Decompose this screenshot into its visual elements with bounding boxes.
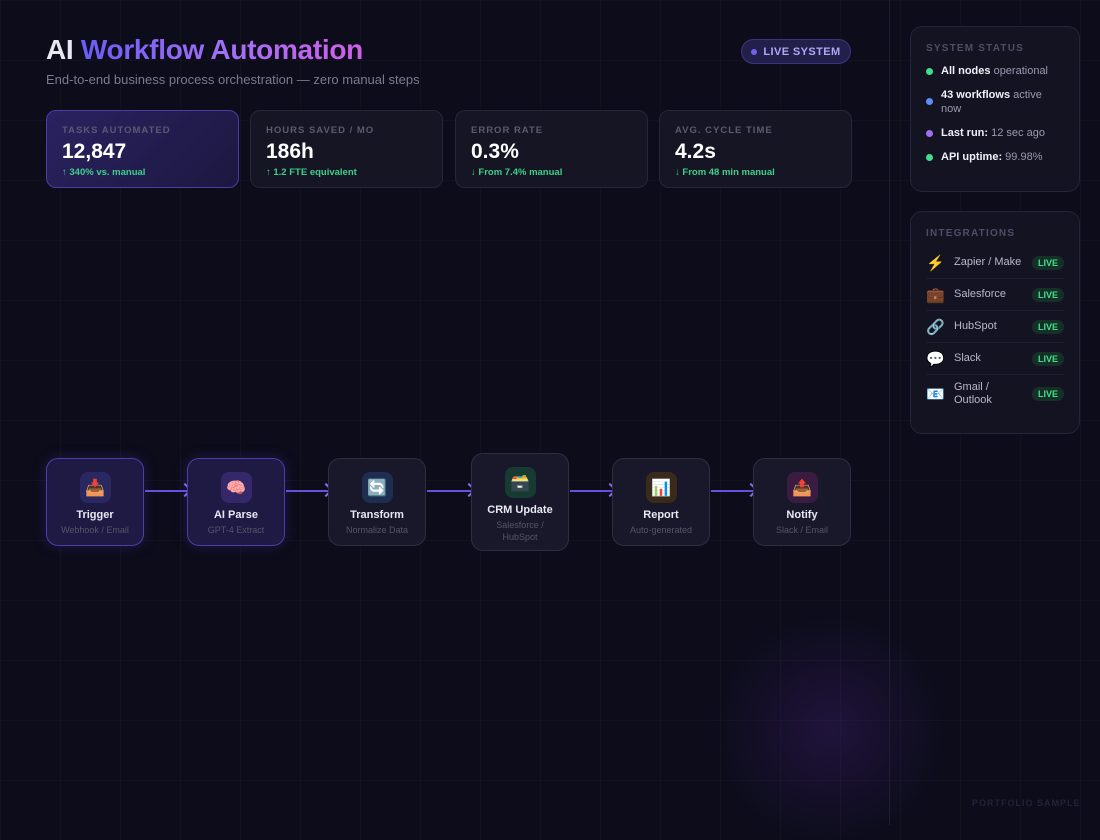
integration-name: HubSpot	[954, 320, 1032, 333]
node-ai-parse[interactable]: 🧠 AI Parse GPT-4 Extract	[187, 458, 285, 546]
page-subtitle: End-to-end business process orchestratio…	[46, 72, 420, 87]
portfolio-watermark: PORTFOLIO SAMPLE	[972, 798, 1081, 808]
status-dot-icon	[926, 68, 933, 75]
brain-icon: 🧠	[221, 472, 252, 503]
node-name: AI Parse	[188, 509, 284, 521]
status-item: Last run: 12 sec ago	[926, 126, 1064, 140]
live-badge: LIVE	[1032, 256, 1064, 270]
stat-value: 12,847	[62, 140, 223, 164]
status-key: All nodes	[941, 65, 991, 77]
status-key: 43 workflows	[941, 89, 1010, 101]
stat-label: AVG. CYCLE TIME	[675, 125, 836, 136]
briefcase-icon: 💼	[926, 286, 954, 304]
live-badge: LIVE	[1032, 352, 1064, 366]
email-icon: 📧	[926, 385, 954, 403]
stat-value: 0.3%	[471, 140, 632, 164]
status-value: 12 sec ago	[988, 127, 1045, 139]
integrations-panel: INTEGRATIONS ⚡Zapier / MakeLIVE 💼Salesfo…	[910, 211, 1080, 434]
stat-label: TASKS AUTOMATED	[62, 125, 223, 136]
node-desc: Slack / Email	[754, 524, 850, 536]
node-name: Notify	[754, 509, 850, 521]
bar-chart-icon: 📊	[646, 472, 677, 503]
status-value: 99.98%	[1002, 151, 1042, 163]
status-key: Last run:	[941, 127, 988, 139]
status-item: All nodes operational	[926, 64, 1064, 78]
stat-label: HOURS SAVED / MO	[266, 125, 427, 136]
node-desc: Auto-generated	[613, 524, 709, 536]
flow-arrow	[286, 490, 330, 492]
stat-card-error-rate: ERROR RATE 0.3% ↓ From 7.4% manual	[455, 110, 648, 188]
stat-card-cycle-time: AVG. CYCLE TIME 4.2s ↓ From 48 min manual	[659, 110, 852, 188]
stat-change: ↑ 340% vs. manual	[62, 167, 223, 178]
status-dot-icon	[926, 130, 933, 137]
flow-arrow	[570, 490, 614, 492]
node-trigger[interactable]: 📥 Trigger Webhook / Email	[46, 458, 144, 546]
node-desc: GPT-4 Extract	[188, 524, 284, 536]
outbox-icon: 📤	[787, 472, 818, 503]
live-badge: LIVE	[1032, 288, 1064, 302]
live-badge: LIVE	[1032, 320, 1064, 334]
node-transform[interactable]: 🔄 Transform Normalize Data	[328, 458, 426, 546]
stat-label: ERROR RATE	[471, 125, 632, 136]
flow-arrow	[145, 490, 189, 492]
node-name: Report	[613, 509, 709, 521]
status-value: operational	[991, 65, 1049, 77]
status-dot-icon	[926, 154, 933, 161]
stat-value: 4.2s	[675, 140, 836, 164]
flow-arrow	[427, 490, 473, 492]
stat-card-hours: HOURS SAVED / MO 186h ↑ 1.2 FTE equivalent	[250, 110, 443, 188]
stat-value: 186h	[266, 140, 427, 164]
integration-name: Salesforce	[954, 288, 1032, 301]
node-name: Trigger	[47, 509, 143, 521]
node-crm-update[interactable]: 🗃️ CRM Update Salesforce / HubSpot	[471, 453, 569, 551]
integration-name: Gmail / Outlook	[954, 381, 1032, 407]
panel-title: SYSTEM STATUS	[926, 43, 1064, 54]
panel-title: INTEGRATIONS	[926, 228, 1064, 239]
status-key: API uptime:	[941, 151, 1002, 163]
node-name: Transform	[329, 509, 425, 521]
card-file-box-icon: 🗃️	[505, 467, 536, 498]
page-title: AI Workflow Automation	[46, 34, 363, 66]
background-glow	[700, 620, 960, 840]
flow-arrow	[711, 490, 755, 492]
live-badge-label: LIVE SYSTEM	[763, 46, 840, 58]
integration-name: Slack	[954, 352, 1032, 365]
refresh-icon: 🔄	[362, 472, 393, 503]
status-dot-icon	[926, 98, 933, 105]
node-report[interactable]: 📊 Report Auto-generated	[612, 458, 710, 546]
stat-card-tasks: TASKS AUTOMATED 12,847 ↑ 340% vs. manual	[46, 110, 239, 188]
integration-gmail[interactable]: 📧Gmail / OutlookLIVE	[926, 375, 1064, 413]
link-icon: 🔗	[926, 318, 954, 336]
integration-hubspot[interactable]: 🔗HubSpotLIVE	[926, 311, 1064, 343]
status-item: 43 workflows active now	[926, 88, 1064, 116]
live-badge: LIVE	[1032, 387, 1064, 401]
status-item: API uptime: 99.98%	[926, 150, 1064, 164]
node-desc: Webhook / Email	[47, 524, 143, 536]
lightning-icon: ⚡	[926, 254, 954, 272]
node-name: CRM Update	[472, 504, 568, 516]
node-desc: Normalize Data	[329, 524, 425, 536]
live-system-badge: LIVE SYSTEM	[741, 39, 851, 64]
stat-change: ↑ 1.2 FTE equivalent	[266, 167, 427, 178]
integration-name: Zapier / Make	[954, 256, 1032, 269]
divider	[889, 0, 890, 825]
stat-change: ↓ From 7.4% manual	[471, 167, 632, 178]
stat-change: ↓ From 48 min manual	[675, 167, 836, 178]
integration-salesforce[interactable]: 💼SalesforceLIVE	[926, 279, 1064, 311]
system-status-panel: SYSTEM STATUS All nodes operational 43 w…	[910, 26, 1080, 192]
integration-zapier[interactable]: ⚡Zapier / MakeLIVE	[926, 247, 1064, 279]
live-dot-icon	[751, 49, 757, 55]
node-notify[interactable]: 📤 Notify Slack / Email	[753, 458, 851, 546]
speech-bubble-icon: 💬	[926, 350, 954, 368]
node-desc: Salesforce / HubSpot	[472, 519, 568, 543]
inbox-icon: 📥	[80, 472, 111, 503]
integration-slack[interactable]: 💬SlackLIVE	[926, 343, 1064, 375]
